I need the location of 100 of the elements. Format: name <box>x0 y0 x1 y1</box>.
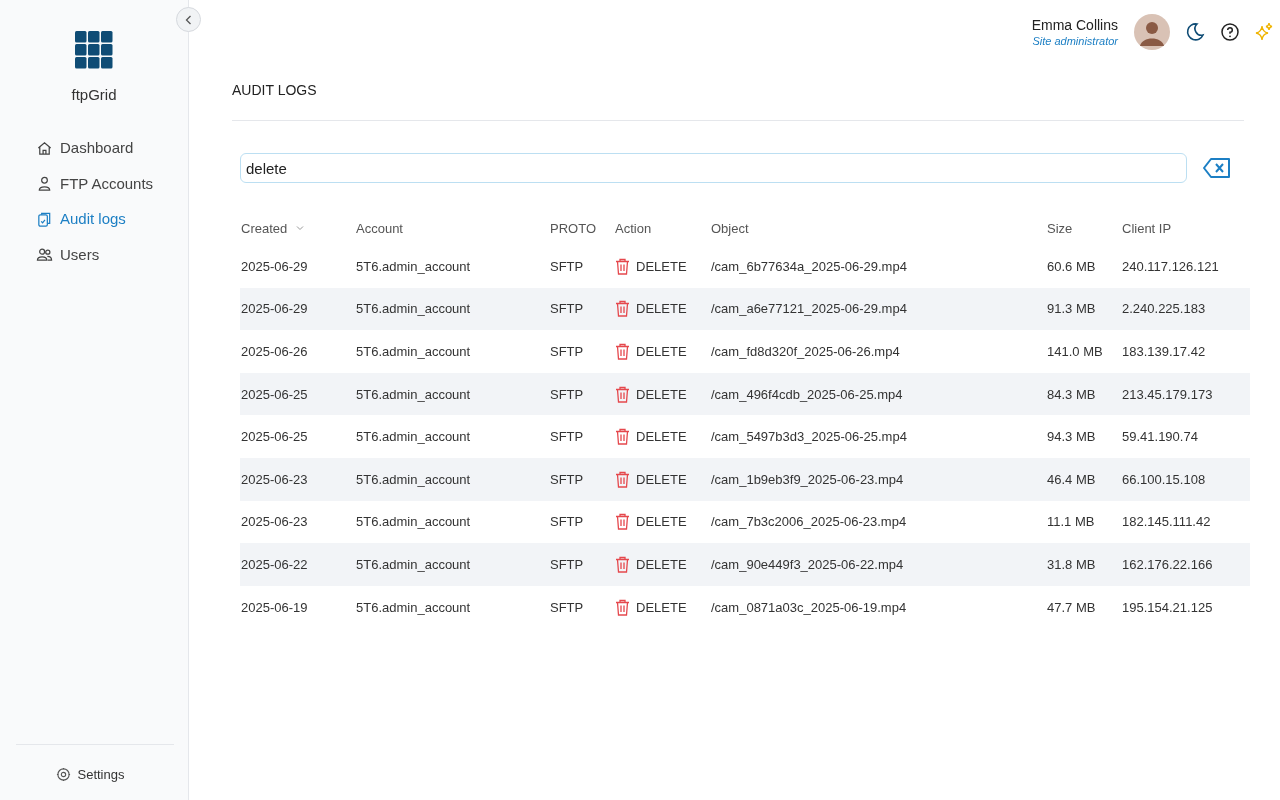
grid-logo-icon <box>75 31 113 69</box>
users-icon <box>36 246 53 264</box>
column-header[interactable]: Account <box>356 220 403 236</box>
avatar-icon[interactable] <box>1134 14 1170 50</box>
table-cell: SFTP <box>550 471 584 487</box>
table-cell: /cam_5497b3d3_2025-06-25.mp4 <box>711 429 907 445</box>
action-label: DELETE <box>636 301 687 317</box>
trash-icon <box>615 385 630 403</box>
user-icon <box>36 175 53 193</box>
action-label: DELETE <box>636 599 687 615</box>
action-label: DELETE <box>636 344 687 359</box>
table-cell: 2025-06-26 <box>241 344 308 359</box>
trash-icon <box>615 470 630 488</box>
table-cell: 182.145.111.42 <box>1122 514 1211 530</box>
action-label: DELETE <box>636 514 687 530</box>
table-cell: 195.154.21.125 <box>1122 599 1213 615</box>
column-header[interactable]: Created <box>241 220 288 236</box>
action-label: DELETE <box>636 556 687 572</box>
home-icon <box>36 139 53 157</box>
table-cell: 5T6.admin_account <box>356 514 471 530</box>
table-cell: SFTP <box>550 301 584 317</box>
table-cell: SFTP <box>550 258 584 274</box>
table-cell: /cam_1b9eb3f9_2025-06-23.mp4 <box>711 471 904 487</box>
table-cell: 2025-06-19 <box>241 599 308 615</box>
table-cell: 2.240.225.183 <box>1122 301 1206 317</box>
table-cell: 2025-06-23 <box>241 514 308 530</box>
user-role: Site administrator <box>1031 35 1118 47</box>
trash-icon <box>615 343 630 360</box>
trash-icon <box>615 555 630 573</box>
table-cell: 5T6.admin_account <box>356 258 471 274</box>
table-cell: 91.3 MB <box>1047 301 1096 317</box>
table-cell: 31.8 MB <box>1047 556 1096 572</box>
table-cell: 84.3 MB <box>1047 386 1096 402</box>
backspace-icon <box>1202 157 1232 179</box>
action-label: DELETE <box>636 429 687 445</box>
table-cell: 5T6.admin_account <box>356 429 471 445</box>
nav-item[interactable]: FTP Accounts <box>36 172 154 195</box>
settings-link[interactable]: Settings <box>55 767 125 782</box>
table-cell: SFTP <box>550 386 584 402</box>
trash-icon <box>615 257 630 275</box>
table-cell: /cam_a6e77121_2025-06-29.mp4 <box>711 301 907 317</box>
table-cell: SFTP <box>550 514 584 530</box>
table-cell: 60.6 MB <box>1047 258 1096 274</box>
table-cell: 240.117.126.121 <box>1122 258 1219 274</box>
table-cell: /cam_0871a03c_2025-06-19.mp4 <box>711 599 907 615</box>
column-header[interactable]: PROTO <box>550 220 596 236</box>
table-cell: SFTP <box>550 556 584 572</box>
clear-search-button[interactable] <box>1202 157 1232 179</box>
column-header[interactable]: Size <box>1047 220 1073 236</box>
trash-icon <box>615 598 630 616</box>
collapse-button[interactable] <box>176 7 201 32</box>
action-label: DELETE <box>636 471 687 487</box>
table-cell: /cam_6b77634a_2025-06-29.mp4 <box>711 258 907 274</box>
table-cell: 2025-06-25 <box>241 386 308 402</box>
table-cell: /cam_90e449f3_2025-06-22.mp4 <box>711 556 904 572</box>
moon-icon <box>1184 21 1206 43</box>
table-cell: 141.0 MB <box>1047 344 1103 359</box>
table-cell: SFTP <box>550 344 584 359</box>
table-cell: SFTP <box>550 599 584 615</box>
table-cell: 5T6.admin_account <box>356 599 471 615</box>
help-icon <box>1220 22 1240 42</box>
table-cell: 5T6.admin_account <box>356 556 471 572</box>
table-cell: /cam_fd8d320f_2025-06-26.mp4 <box>711 344 900 359</box>
table-cell: 59.41.190.74 <box>1122 429 1198 445</box>
nav-item[interactable]: Dashboard <box>36 137 134 160</box>
table-cell: 66.100.15.108 <box>1122 471 1206 487</box>
table-cell: 213.45.179.173 <box>1122 386 1213 402</box>
table-cell: 183.139.17.42 <box>1122 344 1206 359</box>
table-cell: /cam_7b3c2006_2025-06-23.mp4 <box>711 514 907 530</box>
table-cell: 94.3 MB <box>1047 429 1096 445</box>
settings-icon <box>55 767 71 782</box>
table-cell: SFTP <box>550 429 584 445</box>
nav-item[interactable]: Audit logs <box>36 208 126 231</box>
table-cell: 5T6.admin_account <box>356 344 471 359</box>
nav-item[interactable]: Users <box>36 243 100 266</box>
trash-icon <box>615 428 630 446</box>
table-cell: 2025-06-25 <box>241 429 308 445</box>
trash-icon <box>615 300 630 318</box>
action-label: DELETE <box>636 386 687 402</box>
table-cell: 162.176.22.166 <box>1122 556 1213 572</box>
page-title: AUDIT LOGS <box>232 82 1244 121</box>
table-cell: /cam_496f4cdb_2025-06-25.mp4 <box>711 386 903 402</box>
table-cell: 47.7 MB <box>1047 599 1096 615</box>
trash-icon <box>615 513 630 531</box>
clipboard-icon <box>36 210 53 228</box>
dark-mode-button[interactable] <box>1184 21 1206 43</box>
column-header[interactable]: Object <box>711 220 749 236</box>
column-header[interactable]: Action <box>615 220 652 236</box>
sparkle-icon <box>1254 22 1274 42</box>
action-label: DELETE <box>636 258 687 274</box>
table-cell: 2025-06-22 <box>241 556 308 572</box>
table-cell: 5T6.admin_account <box>356 386 471 402</box>
column-header[interactable]: Client IP <box>1122 220 1172 236</box>
user-name: Emma Collins <box>1031 17 1118 33</box>
help-button[interactable] <box>1220 22 1240 42</box>
table-cell: 2025-06-29 <box>241 301 308 317</box>
search-field[interactable]: delete <box>240 153 1187 183</box>
brand-name: ftpGrid <box>71 86 117 103</box>
table-cell: 5T6.admin_account <box>356 471 471 487</box>
table-cell: 2025-06-23 <box>241 471 308 487</box>
